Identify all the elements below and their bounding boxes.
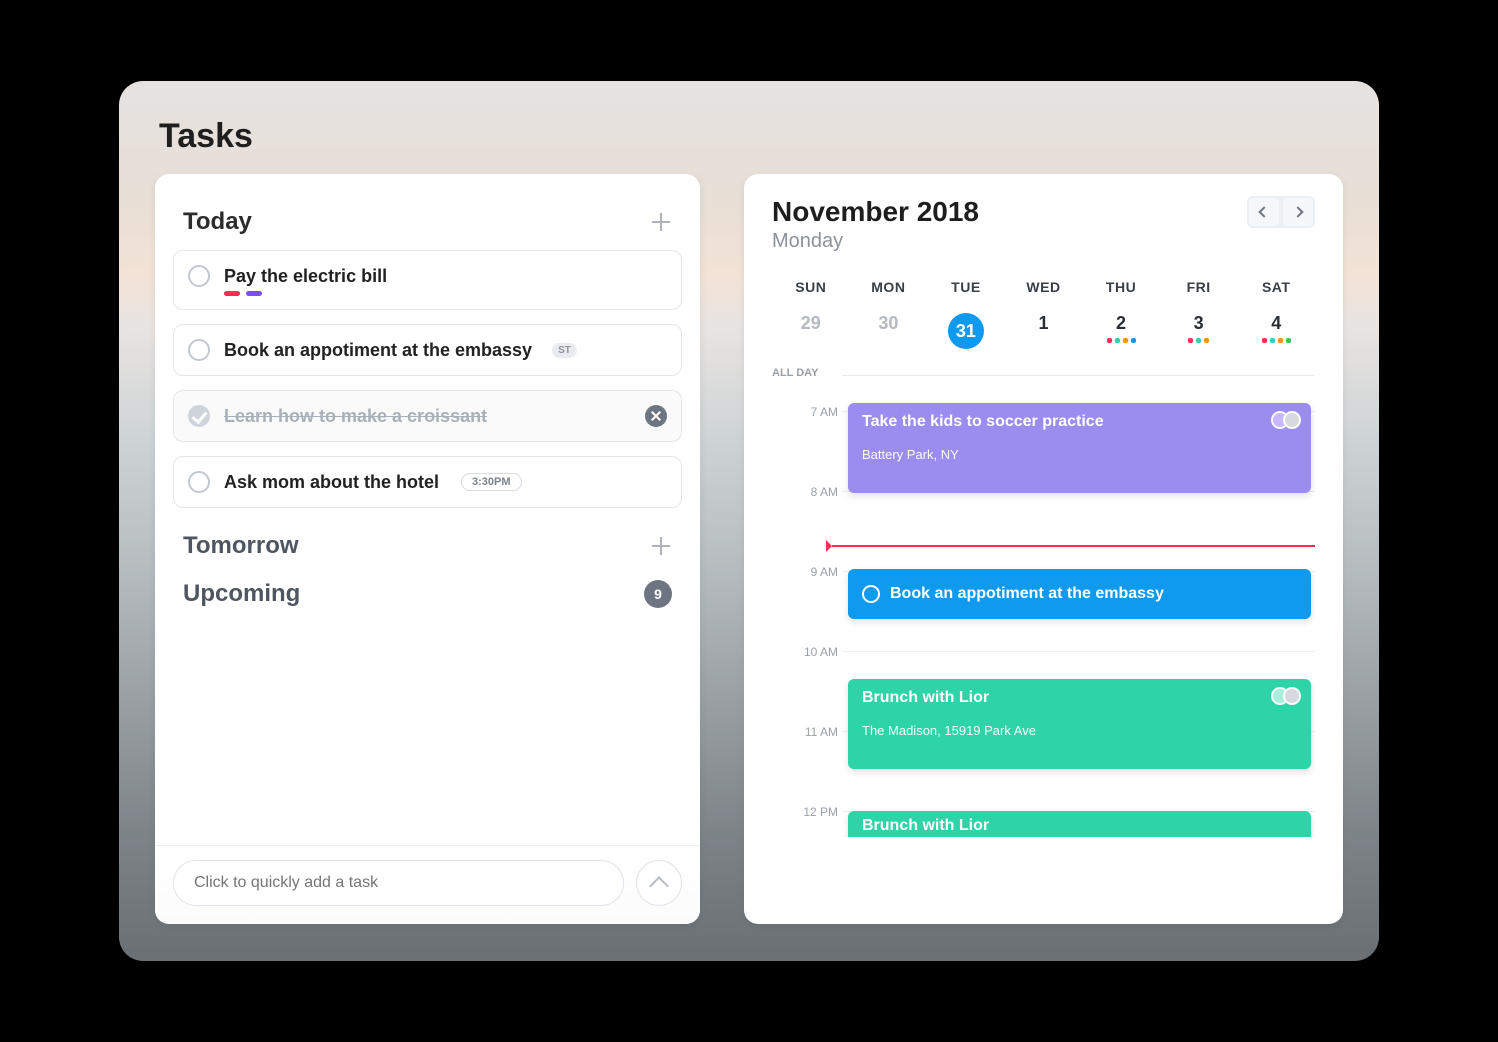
date-number: 2 xyxy=(1116,313,1126,334)
task-checkbox[interactable] xyxy=(188,405,210,427)
event-title: Brunch with Lior xyxy=(862,817,1297,835)
weekday: FRI xyxy=(1160,279,1238,295)
event-avatars xyxy=(1277,687,1301,705)
event-checkbox-icon[interactable] xyxy=(862,585,880,603)
date-number: 3 xyxy=(1194,313,1204,334)
event-title: Take the kids to soccer practice xyxy=(862,413,1297,431)
task-card[interactable]: Ask mom about the hotel 3:30PM xyxy=(173,456,682,508)
weekday: SAT xyxy=(1237,279,1315,295)
weekday: SUN xyxy=(772,279,850,295)
event-title: Brunch with Lior xyxy=(862,689,1297,707)
date-number: 30 xyxy=(878,313,898,334)
task-card[interactable]: Book an appotiment at the embassy ST xyxy=(173,324,682,376)
date-number: 29 xyxy=(801,313,821,334)
task-checkbox[interactable] xyxy=(188,339,210,361)
hour-label: 7 AM xyxy=(784,405,838,419)
calendar-prev-button[interactable] xyxy=(1249,198,1279,226)
calendar-month: November 2018 xyxy=(772,196,979,228)
event-location: Battery Park, NY xyxy=(862,447,1297,462)
task-title: Pay the electric bill xyxy=(224,266,387,287)
date-cell[interactable]: 29 xyxy=(772,313,850,349)
hour-label: 10 AM xyxy=(784,645,838,659)
weekday-row: SUN MON TUE WED THU FRI SAT xyxy=(772,279,1315,295)
calendar-event[interactable]: Take the kids to soccer practice Battery… xyxy=(848,403,1311,493)
calendar-event[interactable]: Brunch with Lior xyxy=(848,811,1311,837)
date-row: 29 30 31 1 2 3 4 xyxy=(772,313,1315,349)
task-checkbox[interactable] xyxy=(188,265,210,287)
date-number: 31 xyxy=(948,313,984,349)
task-time-pill: 3:30PM xyxy=(461,473,522,491)
tasks-panel: Today Pay the electric bill Book an appo… xyxy=(155,174,700,924)
calendar-panel: November 2018 Monday SUN MON TUE WED THU… xyxy=(744,174,1343,924)
app-window: Tasks Today Pay the electric bill xyxy=(119,81,1379,961)
today-task-list: Pay the electric bill Book an appotiment… xyxy=(155,246,700,522)
upcoming-section-header[interactable]: Upcoming 9 xyxy=(155,570,700,618)
date-cell[interactable]: 1 xyxy=(1005,313,1083,349)
hour-label: 8 AM xyxy=(784,485,838,499)
calendar-next-button[interactable] xyxy=(1283,198,1313,226)
task-card[interactable]: Learn how to make a croissant xyxy=(173,390,682,442)
tag-dot xyxy=(224,291,240,296)
weekday: MON xyxy=(850,279,928,295)
date-cell[interactable]: 2 xyxy=(1082,313,1160,349)
upcoming-title: Upcoming xyxy=(183,580,300,608)
event-title: Book an appotiment at the embassy xyxy=(890,585,1164,603)
date-event-dots xyxy=(1107,338,1136,343)
hour-label: 12 PM xyxy=(784,805,838,819)
tag-dot xyxy=(246,291,262,296)
chevron-right-icon xyxy=(1292,206,1303,217)
task-badge: ST xyxy=(552,343,577,358)
quick-add-input[interactable] xyxy=(173,860,624,906)
task-title: Ask mom about the hotel xyxy=(224,472,439,493)
current-time-indicator xyxy=(832,545,1315,547)
divider xyxy=(842,375,1315,376)
quick-add-submit[interactable] xyxy=(636,860,682,906)
page-title: Tasks xyxy=(159,117,1343,156)
hour-label: 11 AM xyxy=(784,725,838,739)
task-checkbox[interactable] xyxy=(188,471,210,493)
tasks-footer xyxy=(155,845,700,924)
calendar-dayname: Monday xyxy=(772,230,979,253)
plus-icon[interactable] xyxy=(650,535,672,557)
arrow-up-icon xyxy=(649,876,669,896)
task-card[interactable]: Pay the electric bill xyxy=(173,250,682,310)
today-section-header: Today xyxy=(155,198,700,246)
date-cell[interactable]: 4 xyxy=(1237,313,1315,349)
date-number: 1 xyxy=(1038,313,1048,334)
date-number: 4 xyxy=(1271,313,1281,334)
weekday: WED xyxy=(1005,279,1083,295)
event-avatars xyxy=(1277,411,1301,429)
date-cell[interactable]: 3 xyxy=(1160,313,1238,349)
calendar-event[interactable]: Brunch with Lior The Madison, 15919 Park… xyxy=(848,679,1311,769)
date-cell[interactable]: 31 xyxy=(927,313,1005,349)
calendar-timeline[interactable]: ALL DAY 7 AM 8 AM 9 AM 10 AM 11 AM 12 PM xyxy=(772,367,1315,837)
allday-label: ALL DAY xyxy=(772,367,818,379)
close-icon[interactable] xyxy=(645,405,667,427)
event-location: The Madison, 15919 Park Ave xyxy=(862,723,1297,738)
columns: Today Pay the electric bill Book an appo… xyxy=(155,174,1343,924)
date-event-dots xyxy=(1262,338,1291,343)
task-title: Book an appotiment at the embassy xyxy=(224,340,532,361)
weekday: THU xyxy=(1082,279,1160,295)
upcoming-count-badge: 9 xyxy=(644,580,672,608)
hour-label: 9 AM xyxy=(784,565,838,579)
plus-icon[interactable] xyxy=(650,211,672,233)
date-event-dots xyxy=(1188,338,1209,343)
today-title: Today xyxy=(183,208,252,236)
date-cell[interactable]: 30 xyxy=(850,313,928,349)
tomorrow-section-header[interactable]: Tomorrow xyxy=(155,522,700,570)
calendar-header: November 2018 Monday xyxy=(772,196,1315,253)
weekday: TUE xyxy=(927,279,1005,295)
task-title: Learn how to make a croissant xyxy=(224,406,487,427)
tomorrow-title: Tomorrow xyxy=(183,532,299,560)
task-tag-dots xyxy=(224,291,262,296)
calendar-event[interactable]: Book an appotiment at the embassy xyxy=(848,569,1311,619)
hour-line xyxy=(842,651,1315,652)
chevron-left-icon xyxy=(1258,206,1269,217)
calendar-title-block: November 2018 Monday xyxy=(772,196,979,253)
calendar-nav xyxy=(1247,196,1315,228)
